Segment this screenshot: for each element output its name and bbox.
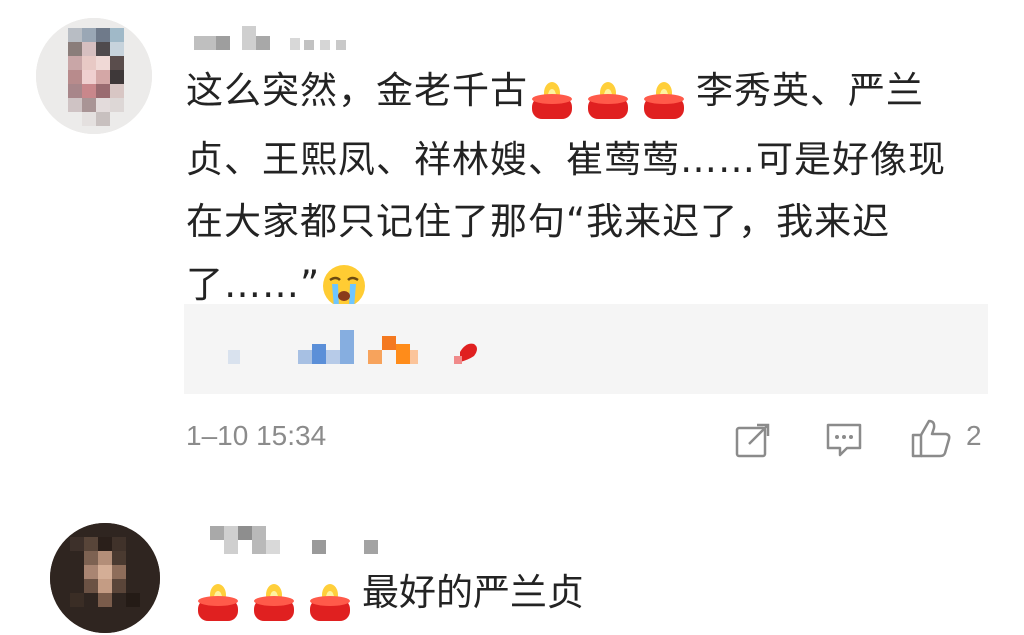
pixelated-avatar [36,18,152,134]
username[interactable] [190,26,370,50]
candle-group [528,66,696,129]
comment-text: 这么突然，金老千古 李秀英、严兰贞、王熙凤、祥林嫂、崔莺莺……可是好像现在大家都只… [186,60,976,316]
candle-emoji [532,81,572,119]
share-icon[interactable] [735,422,771,458]
timestamp: 1–10 15:34 [186,420,327,451]
candle-emoji [198,583,238,621]
candle-emoji [644,81,684,119]
username[interactable] [210,524,390,558]
avatar[interactable] [50,523,160,633]
avatar[interactable] [36,18,152,134]
pixelated-username [194,26,346,50]
comment-text: 最好的严兰贞 [194,568,584,624]
thumbs-up-icon[interactable] [910,418,952,458]
candle-emoji [588,81,628,119]
candle-emoji [254,583,294,621]
pixelated-username [210,526,378,554]
comment-text-part: 最好的严兰贞 [362,571,584,614]
like-count: 2 [966,420,982,451]
crying-face-emoji [323,265,366,308]
comment-text-part: 这么突然，金老千古 [186,69,528,112]
reply-preview[interactable] [184,304,988,394]
comment-icon[interactable] [825,422,863,458]
candle-group [194,574,362,624]
candle-emoji [310,583,350,621]
pixelated-avatar [50,523,160,633]
pixelated-reply [228,330,477,364]
